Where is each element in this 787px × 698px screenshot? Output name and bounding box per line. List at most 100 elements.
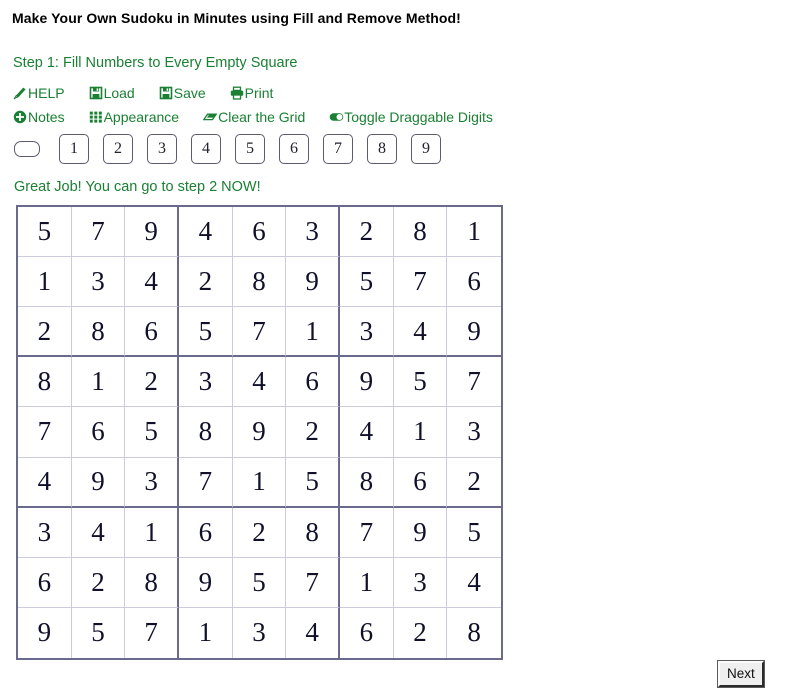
grid-cell-r4c8[interactable]: 5 <box>393 357 448 408</box>
digit-button-9[interactable]: 9 <box>411 134 441 164</box>
tool-save[interactable]: Save <box>159 86 206 100</box>
tool-toggle-draggable-digits[interactable]: Toggle Draggable Digits <box>329 110 493 124</box>
grid-cell-r3c1[interactable]: 2 <box>18 307 72 358</box>
grid-cell-r8c8[interactable]: 3 <box>393 557 448 608</box>
grid-cell-r2c5[interactable]: 8 <box>232 257 287 308</box>
grid-cell-r6c8[interactable]: 6 <box>393 457 448 508</box>
grid-cell-r6c4[interactable]: 7 <box>179 457 233 508</box>
grid-cell-r6c6[interactable]: 5 <box>286 457 340 508</box>
grid-cell-r7c1[interactable]: 3 <box>18 507 72 558</box>
grid-cell-r9c6[interactable]: 4 <box>286 607 340 658</box>
grid-cell-r6c1[interactable]: 4 <box>18 457 72 508</box>
tool-print[interactable]: Print <box>230 86 273 100</box>
grid-cell-r1c4[interactable]: 4 <box>179 207 233 258</box>
grid-cell-r2c7[interactable]: 5 <box>340 257 394 308</box>
grid-cell-r8c3[interactable]: 8 <box>125 557 179 608</box>
digit-button-4[interactable]: 4 <box>191 134 221 164</box>
grid-cell-r1c5[interactable]: 6 <box>232 207 287 258</box>
grid-cell-r5c3[interactable]: 5 <box>125 407 179 458</box>
digit-button-8[interactable]: 8 <box>367 134 397 164</box>
grid-cell-r9c4[interactable]: 1 <box>179 607 233 658</box>
grid-cell-r8c9[interactable]: 4 <box>447 558 501 608</box>
grid-cell-r6c3[interactable]: 3 <box>125 457 179 508</box>
grid-cell-r1c7[interactable]: 2 <box>340 207 394 258</box>
grid-cell-r2c4[interactable]: 2 <box>179 257 233 308</box>
grid-cell-r5c2[interactable]: 6 <box>71 407 126 458</box>
grid-cell-r5c4[interactable]: 8 <box>179 407 233 458</box>
sudoku-grid[interactable]: 5794632811342895762865713498123469577658… <box>16 205 503 660</box>
grid-cell-r8c2[interactable]: 2 <box>71 557 126 608</box>
grid-cell-r7c9[interactable]: 5 <box>447 508 501 558</box>
tool-appearance[interactable]: Appearance <box>89 110 179 124</box>
grid-cell-r3c3[interactable]: 6 <box>125 307 179 358</box>
grid-cell-r3c6[interactable]: 1 <box>286 307 340 358</box>
next-button[interactable]: Next <box>718 661 764 687</box>
blank-digit-button[interactable] <box>14 141 40 157</box>
grid-cell-r5c8[interactable]: 1 <box>393 407 448 458</box>
tool-clear-the-grid[interactable]: Clear the Grid <box>203 110 305 124</box>
grid-cell-r4c2[interactable]: 1 <box>71 357 126 408</box>
grid-cell-r8c5[interactable]: 5 <box>232 557 287 608</box>
tool-notes[interactable]: Notes <box>13 110 65 124</box>
grid-cell-r4c6[interactable]: 6 <box>286 357 340 408</box>
grid-cell-r6c5[interactable]: 1 <box>232 457 287 508</box>
grid-cell-r2c1[interactable]: 1 <box>18 257 72 308</box>
grid-cell-r3c4[interactable]: 5 <box>179 307 233 358</box>
digit-button-2[interactable]: 2 <box>103 134 133 164</box>
grid-cell-r9c3[interactable]: 7 <box>125 607 179 658</box>
grid-cell-r6c9[interactable]: 2 <box>447 458 501 508</box>
grid-cell-r5c7[interactable]: 4 <box>340 407 394 458</box>
grid-cell-r3c7[interactable]: 3 <box>340 307 394 358</box>
grid-cell-r9c1[interactable]: 9 <box>18 607 72 658</box>
grid-cell-r7c7[interactable]: 7 <box>340 507 394 558</box>
grid-cell-r1c6[interactable]: 3 <box>286 207 340 258</box>
grid-cell-r1c9[interactable]: 1 <box>447 207 501 258</box>
grid-cell-r5c5[interactable]: 9 <box>232 407 287 458</box>
grid-cell-r7c2[interactable]: 4 <box>71 507 126 558</box>
grid-cell-r1c8[interactable]: 8 <box>393 207 448 258</box>
grid-cell-r8c1[interactable]: 6 <box>18 557 72 608</box>
digit-button-7[interactable]: 7 <box>323 134 353 164</box>
grid-cell-r4c7[interactable]: 9 <box>340 357 394 408</box>
grid-cell-r1c3[interactable]: 9 <box>125 207 179 258</box>
grid-cell-r3c5[interactable]: 7 <box>232 307 287 358</box>
grid-cell-r8c4[interactable]: 9 <box>179 557 233 608</box>
grid-cell-r4c1[interactable]: 8 <box>18 357 72 408</box>
grid-cell-r4c5[interactable]: 4 <box>232 357 287 408</box>
grid-cell-r1c1[interactable]: 5 <box>18 207 72 258</box>
grid-cell-r8c7[interactable]: 1 <box>340 557 394 608</box>
grid-cell-r9c5[interactable]: 3 <box>233 607 287 658</box>
grid-cell-r3c8[interactable]: 4 <box>393 307 448 358</box>
grid-cell-r7c6[interactable]: 8 <box>286 507 340 558</box>
grid-cell-r4c3[interactable]: 2 <box>125 357 179 408</box>
grid-cell-r2c6[interactable]: 9 <box>286 257 340 308</box>
grid-cell-r7c8[interactable]: 9 <box>393 507 448 558</box>
digit-button-6[interactable]: 6 <box>279 134 309 164</box>
grid-cell-r1c2[interactable]: 7 <box>71 207 126 258</box>
digit-button-3[interactable]: 3 <box>147 134 177 164</box>
grid-cell-r4c4[interactable]: 3 <box>179 357 233 408</box>
grid-cell-r4c9[interactable]: 7 <box>447 357 501 408</box>
grid-cell-r7c3[interactable]: 1 <box>125 507 179 558</box>
grid-cell-r5c6[interactable]: 2 <box>286 407 340 458</box>
grid-cell-r2c3[interactable]: 4 <box>125 257 179 308</box>
grid-cell-r6c7[interactable]: 8 <box>340 457 394 508</box>
digit-button-5[interactable]: 5 <box>235 134 265 164</box>
grid-cell-r9c7[interactable]: 6 <box>340 607 394 658</box>
grid-cell-r3c2[interactable]: 8 <box>71 307 126 358</box>
grid-cell-r5c1[interactable]: 7 <box>18 407 72 458</box>
grid-cell-r8c6[interactable]: 7 <box>286 557 340 608</box>
grid-cell-r9c8[interactable]: 2 <box>394 607 448 658</box>
grid-cell-r2c8[interactable]: 7 <box>393 257 448 308</box>
grid-cell-r7c5[interactable]: 2 <box>232 507 287 558</box>
grid-cell-r2c9[interactable]: 6 <box>447 257 501 308</box>
grid-cell-r9c9[interactable]: 8 <box>447 608 501 658</box>
digit-button-1[interactable]: 1 <box>59 134 89 164</box>
grid-cell-r9c2[interactable]: 5 <box>72 607 126 658</box>
grid-cell-r3c9[interactable]: 9 <box>447 307 501 358</box>
grid-cell-r7c4[interactable]: 6 <box>179 507 233 558</box>
tool-load[interactable]: Load <box>89 86 135 100</box>
grid-cell-r5c9[interactable]: 3 <box>447 407 501 458</box>
tool-help[interactable]: HELP <box>13 86 65 100</box>
grid-cell-r6c2[interactable]: 9 <box>71 457 126 508</box>
